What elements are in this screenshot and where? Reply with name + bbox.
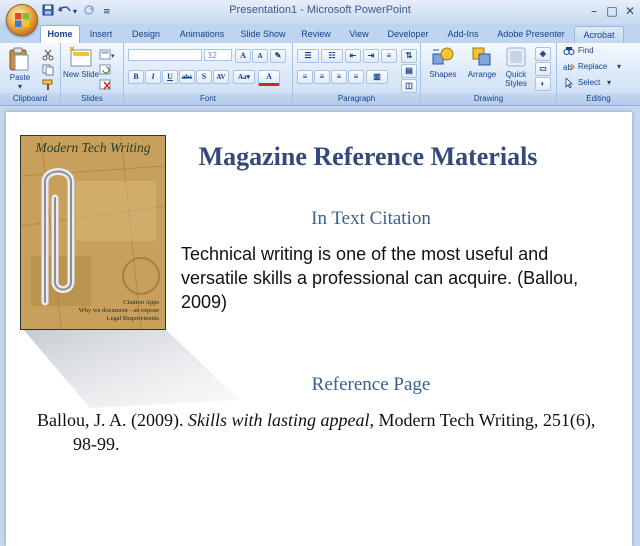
clipboard-group-label: Clipboard [0,93,60,105]
shapes-icon[interactable] [431,46,455,72]
tab-view[interactable]: View [342,26,376,43]
tab-review[interactable]: Review [296,26,336,43]
shape-outline-icon[interactable]: ▭ [535,62,551,76]
smartart-icon[interactable]: ◫ [401,79,417,93]
select-icon[interactable] [563,77,575,91]
tab-design[interactable]: Design [126,26,166,43]
magazine-line: Legal Requirements [106,315,159,322]
italic-icon[interactable]: I [145,70,161,84]
reference-entry[interactable]: Ballou, J. A. (2009). Skills with lastin… [37,408,597,456]
paragraph-group-label: Paragraph [293,93,420,105]
shadow-icon[interactable]: S [196,70,212,84]
character-spacing-icon[interactable]: AV [213,70,229,84]
tab-animations[interactable]: Animations [172,26,232,43]
citation-body[interactable]: Technical writing is one of the most use… [181,242,611,314]
paste-icon[interactable] [8,46,30,76]
find-icon[interactable] [563,46,575,59]
maximize-button[interactable]: □ [603,3,621,19]
paperclip-icon [41,168,75,306]
new-slide-label: New Slide [63,70,100,79]
bold-icon[interactable]: B [128,70,144,84]
align-right-icon[interactable]: ≡ [331,70,347,84]
align-left-icon[interactable]: ≡ [297,70,313,84]
increase-indent-icon[interactable]: ⇥ [363,49,379,63]
justify-icon[interactable]: ≡ [348,70,364,84]
powerpoint-window: ▾ ≡ Presentation1 - Microsoft PowerPoint… [0,0,640,546]
paragraph-group: ☰ ☷ ⇤ ⇥ ≡ ≡ ≡ ≡ ≡ ▥ ⇅ ▤ ◫ Paragraph [293,43,421,105]
underline-icon[interactable]: U [162,70,178,84]
tab-acrobat[interactable]: Acrobat [574,26,624,44]
reference-heading[interactable]: Reference Page [276,374,466,396]
magazine-line: Why we document - an expose [78,307,159,314]
drawing-group: Shapes Arrange Quick Styles ◈ ▭ ◐ Drawin… [421,43,557,105]
editing-group-label: Editing [557,93,640,105]
magazine-cover-lines: Citation Apps Why we document - an expos… [49,299,159,323]
change-case-icon[interactable]: Aa▾ [233,70,255,84]
replace-icon[interactable]: ab [563,62,575,75]
shrink-font-icon[interactable]: A [252,49,268,63]
columns-icon[interactable]: ▥ [366,70,388,84]
citation-heading[interactable]: In Text Citation [276,208,466,230]
numbering-icon[interactable]: ☷ [321,49,343,63]
minimize-button[interactable]: – [585,3,603,19]
title-bar: ▾ ≡ Presentation1 - Microsoft PowerPoint… [0,0,640,25]
align-text-icon[interactable]: ▤ [401,64,417,78]
ribbon-tabs: Home Insert Design Animations Slide Show… [0,24,640,44]
drawing-group-label: Drawing [421,93,556,105]
bullets-icon[interactable]: ☰ [297,49,319,63]
office-button[interactable] [6,4,38,36]
find-button[interactable]: Find [578,46,594,56]
align-center-icon[interactable]: ≡ [314,70,330,84]
select-dropdown-icon[interactable]: ▾ [607,78,611,88]
grow-font-icon[interactable]: A [235,49,251,63]
font-color-icon[interactable]: A [258,70,280,86]
svg-text:▾: ▾ [111,52,115,60]
slides-group: New Slide ▾ Slides [61,43,124,105]
shape-effects-icon[interactable]: ◐ [535,77,551,91]
tab-add-ins[interactable]: Add-Ins [440,26,486,43]
replace-dropdown-icon[interactable]: ▾ [617,62,621,72]
replace-button[interactable]: Replace [578,62,607,72]
shape-fill-icon[interactable]: ◈ [535,47,551,61]
magazine-title: Modern Tech Writing [35,140,151,155]
magazine-cover-image[interactable]: Modern Tech Writing Citation Apps Why we… [20,135,166,330]
font-size-input[interactable]: 32 [204,49,232,61]
editing-group: Find ab Replace ▾ Select ▾ Editing [557,43,640,105]
font-name-input[interactable] [128,49,202,61]
new-slide-icon[interactable] [69,46,93,72]
decrease-indent-icon[interactable]: ⇤ [345,49,361,63]
reference-author: Ballou, J. A. (2009). [37,410,188,430]
slide-pane: Modern Tech Writing Citation Apps Why we… [0,106,640,546]
strikethrough-icon[interactable]: abc [179,70,195,84]
shapes-label: Shapes [429,70,457,79]
arrange-label: Arrange [467,70,497,79]
tab-developer[interactable]: Developer [382,26,434,43]
font-group: 32 A A ✎ B I U abc S AV Aa▾ A ⌟ Font [124,43,293,105]
line-spacing-icon[interactable]: ≡ [381,49,397,63]
reference-article-title: Skills with lasting appeal [188,410,370,430]
tab-slide-show[interactable]: Slide Show [236,26,290,43]
ribbon: Paste ▾ Clipboard New Slide ▾ Slides 32 … [0,43,640,106]
tab-home[interactable]: Home [40,25,80,43]
paste-dropdown-icon[interactable]: ▾ [10,82,30,91]
slides-group-label: Slides [61,93,123,105]
clipboard-group: Paste ▾ Clipboard [0,43,61,105]
quick-styles-icon[interactable] [505,46,527,72]
quick-styles-label: Quick Styles [505,70,527,88]
magazine-shadow [22,328,240,408]
office-logo-icon [15,13,29,27]
slide-title[interactable]: Magazine Reference Materials [192,142,544,172]
tab-adobe-presenter[interactable]: Adobe Presenter [492,26,570,43]
close-button[interactable]: ✕ [621,3,639,19]
slide-canvas[interactable]: Modern Tech Writing Citation Apps Why we… [6,112,632,546]
window-title: Presentation1 - Microsoft PowerPoint [229,4,411,16]
clear-formatting-icon[interactable]: ✎ [270,49,286,63]
font-group-label: Font [124,93,292,105]
select-button[interactable]: Select [578,78,600,88]
arrange-icon[interactable] [471,46,493,72]
text-direction-icon[interactable]: ⇅ [401,49,417,63]
magazine-line: Citation Apps [123,299,159,306]
tab-insert[interactable]: Insert [84,26,118,43]
paste-label: Paste [9,73,31,82]
